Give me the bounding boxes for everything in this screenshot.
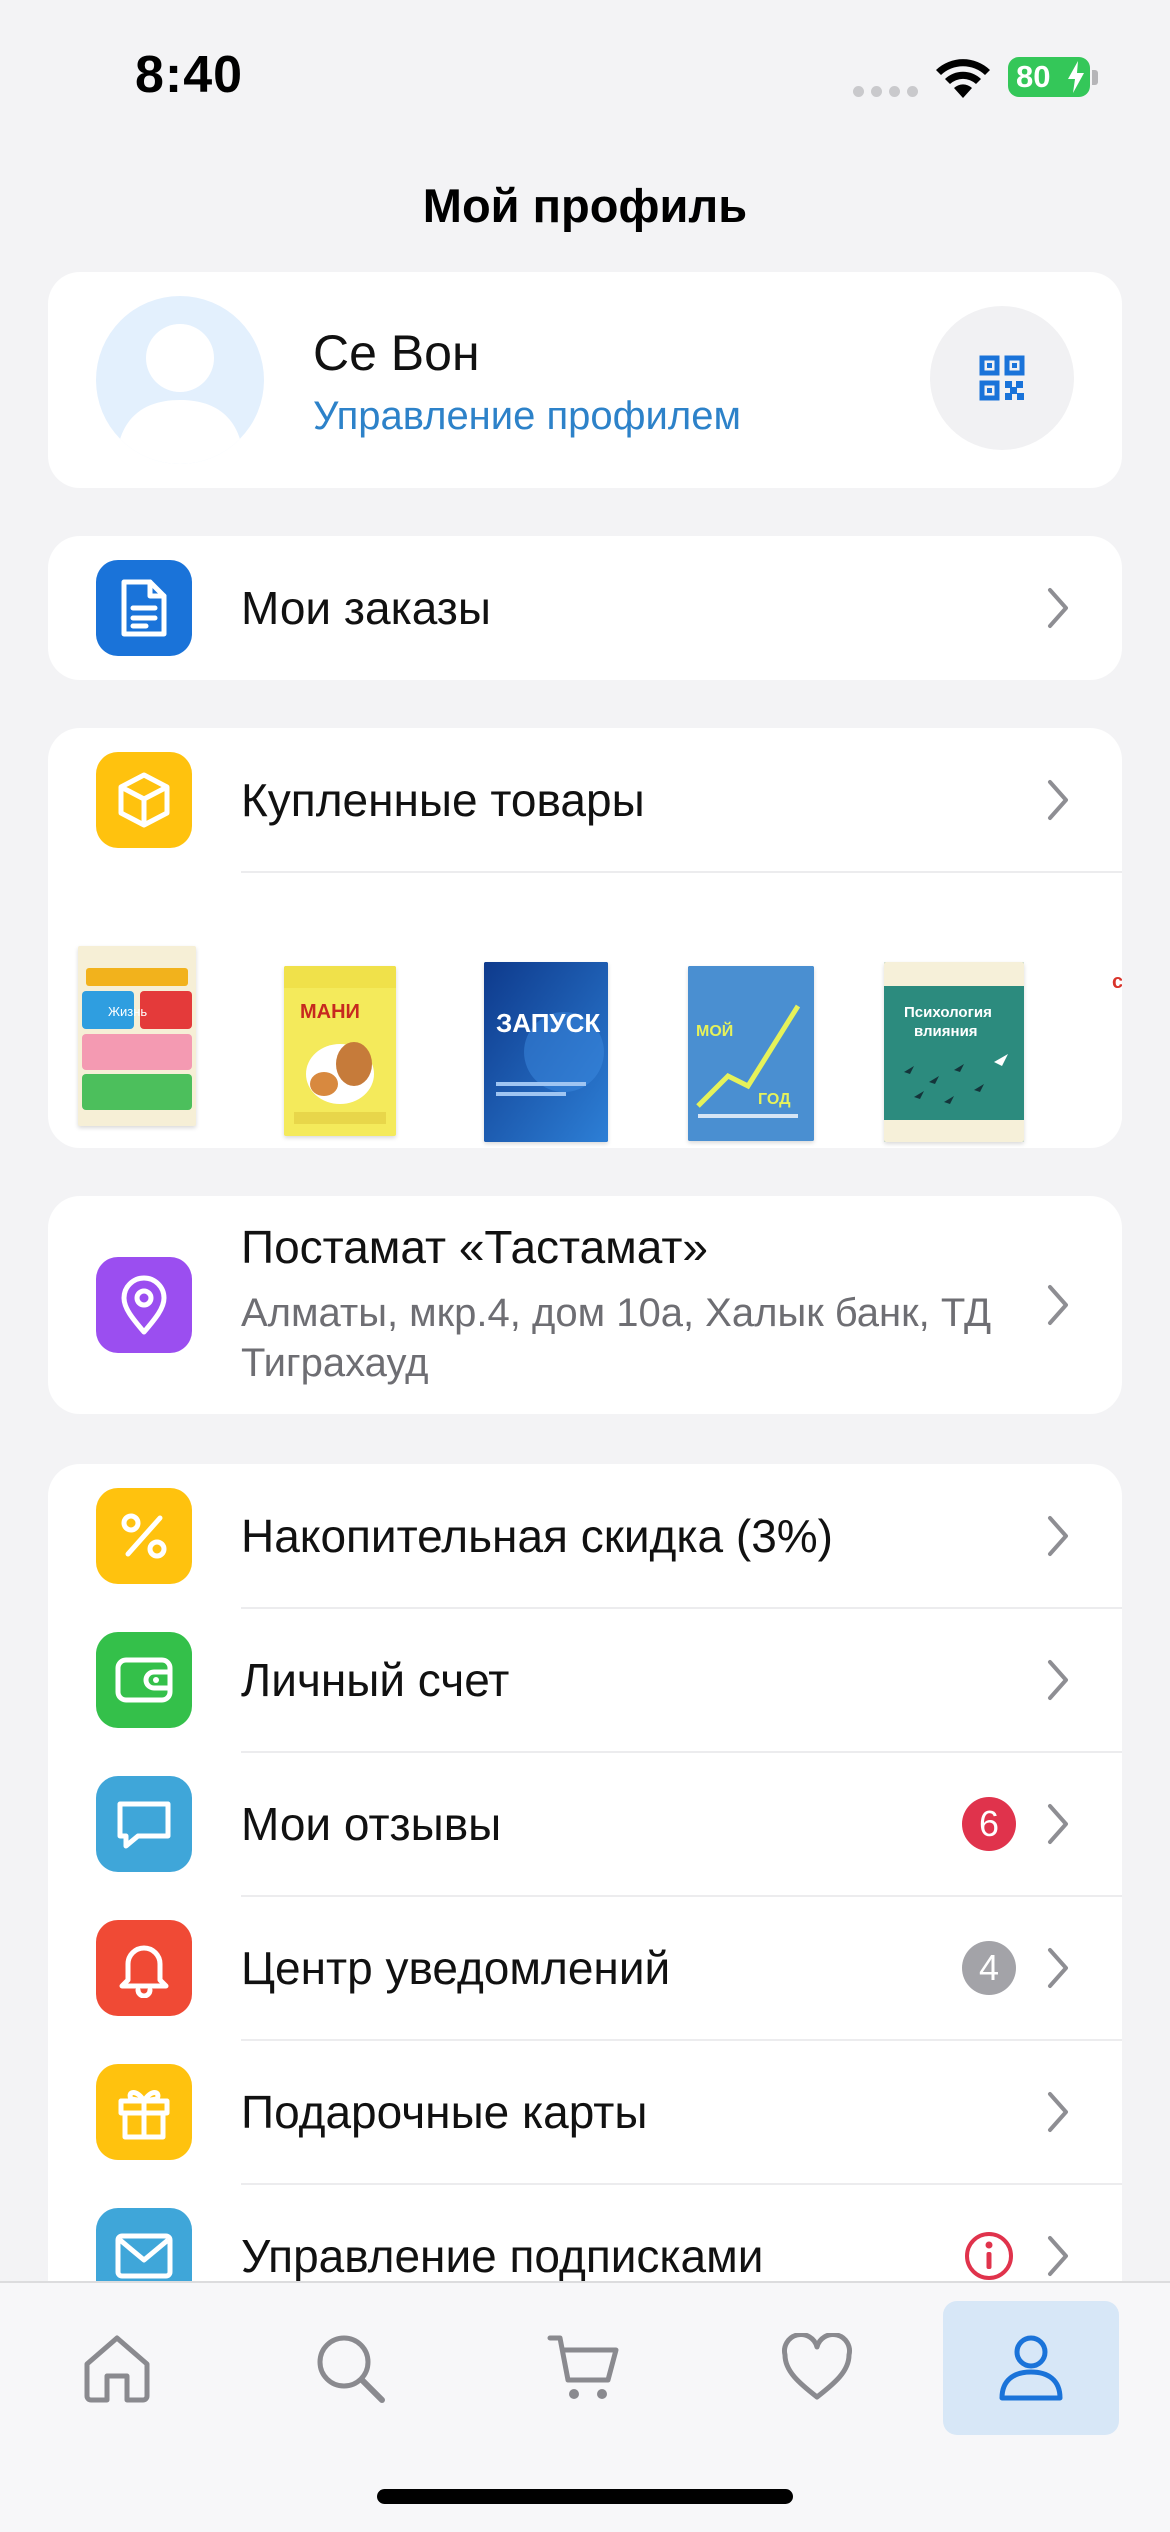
menu-item-reviews[interactable]: Мои отзывы 6 bbox=[48, 1752, 1122, 1896]
bell-icon bbox=[96, 1920, 192, 2016]
battery-icon: 80 bbox=[1008, 57, 1090, 97]
chevron-right-icon bbox=[1048, 2236, 1068, 2276]
purchased-books-carousel[interactable]: Жизнь МАНИ ЗАПУСК МОЙ ГОД Психология вли… bbox=[48, 916, 1122, 1142]
menu-item-label: Накопительная скидка (3%) bbox=[241, 1510, 834, 1562]
divider bbox=[241, 871, 1122, 873]
orders-card: Мои заказы bbox=[48, 536, 1122, 680]
chevron-right-icon bbox=[1048, 588, 1068, 628]
menu-item-gift-cards[interactable]: Подарочные карты bbox=[48, 2040, 1122, 2184]
document-icon bbox=[96, 560, 192, 656]
orders-label: Мои заказы bbox=[241, 582, 491, 634]
message-icon bbox=[96, 1776, 192, 1872]
book-cover[interactable]: Психология влияния bbox=[884, 962, 1024, 1142]
qr-code-icon bbox=[979, 355, 1025, 401]
gift-icon bbox=[96, 2064, 192, 2160]
svg-text:влияния: влияния bbox=[914, 1023, 978, 1040]
location-pin-icon bbox=[96, 1257, 192, 1353]
qr-code-button[interactable] bbox=[930, 306, 1074, 450]
svg-text:Психология: Психология bbox=[904, 1004, 992, 1021]
book-cover[interactable]: ЗАПУСК bbox=[484, 962, 608, 1142]
svg-text:c: c bbox=[1112, 971, 1122, 993]
battery-level: 80 bbox=[1016, 59, 1051, 94]
chevron-right-icon bbox=[1048, 2092, 1068, 2132]
svg-text:МОЙ: МОЙ bbox=[696, 1021, 733, 1040]
status-bar: 8:40 80 bbox=[0, 0, 1170, 150]
tab-search[interactable] bbox=[262, 2301, 438, 2435]
home-indicator bbox=[377, 2489, 793, 2504]
wifi-icon bbox=[936, 59, 990, 98]
tab-favorites[interactable] bbox=[729, 2301, 905, 2435]
home-icon bbox=[84, 2335, 150, 2403]
book-cover[interactable]: МОЙ ГОД bbox=[688, 966, 814, 1141]
postamat-title: Постамат «Тастамат» bbox=[241, 1221, 709, 1273]
chevron-right-icon bbox=[1048, 1948, 1068, 1988]
chevron-right-icon bbox=[1048, 1660, 1068, 1700]
book-cover[interactable]: Жизнь bbox=[78, 946, 196, 1126]
manage-profile-link[interactable]: Управление профилем bbox=[313, 394, 741, 439]
svg-text:ЗАПУСК: ЗАПУСК bbox=[496, 1008, 600, 1038]
status-time: 8:40 bbox=[135, 46, 244, 104]
signal-icon bbox=[853, 86, 918, 97]
menu-item-label: Центр уведомлений bbox=[241, 1942, 671, 1994]
postamat-card[interactable]: Постамат «Тастамат» Алматы, мкр.4, дом 1… bbox=[48, 1196, 1122, 1414]
tab-cart[interactable] bbox=[496, 2301, 672, 2435]
page-title: Мой профиль bbox=[422, 179, 748, 232]
menu-item-notifications[interactable]: Центр уведомлений 4 bbox=[48, 1896, 1122, 2040]
menu-item-label: Личный счет bbox=[241, 1654, 510, 1706]
orders-row[interactable]: Мои заказы bbox=[48, 536, 1122, 680]
tab-profile[interactable] bbox=[943, 2301, 1119, 2435]
chevron-right-icon bbox=[1048, 1285, 1068, 1325]
postamat-address: Алматы, мкр.4, дом 10а, Халык банк, ТД Т… bbox=[241, 1291, 992, 1385]
svg-text:ГОД: ГОД bbox=[758, 1091, 791, 1108]
battery-cap bbox=[1092, 70, 1098, 85]
profile-card[interactable]: Се Вон Управление профилем bbox=[48, 272, 1122, 488]
purchased-label: Купленные товары bbox=[241, 774, 645, 826]
reviews-count-badge: 6 bbox=[962, 1797, 1016, 1851]
percent-icon bbox=[96, 1488, 192, 1584]
purchased-row[interactable]: Купленные товары bbox=[48, 728, 1122, 872]
profile-screen: 8:40 80 Мой профиль Се Вон Управление пр… bbox=[0, 0, 1170, 2532]
info-icon bbox=[965, 2232, 1013, 2280]
purchased-card: Купленные товары Жизнь МАНИ ЗАПУСК МОЙ Г… bbox=[48, 728, 1122, 1148]
user-icon bbox=[999, 2335, 1063, 2401]
chevron-right-icon bbox=[1048, 780, 1068, 820]
box-icon bbox=[96, 752, 192, 848]
book-cover[interactable]: МАНИ bbox=[284, 966, 396, 1136]
tab-home[interactable] bbox=[29, 2301, 205, 2435]
user-placeholder-icon bbox=[116, 324, 244, 464]
chevron-right-icon bbox=[1048, 1804, 1068, 1844]
svg-text:МАНИ: МАНИ bbox=[300, 1001, 360, 1023]
wallet-icon bbox=[96, 1632, 192, 1728]
menu-item-label: Подарочные карты bbox=[241, 2086, 648, 2138]
menu-item-account[interactable]: Личный счет bbox=[48, 1608, 1122, 1752]
menu-item-label: Мои отзывы bbox=[241, 1798, 502, 1850]
heart-icon bbox=[782, 2333, 852, 2400]
charging-icon bbox=[1068, 61, 1084, 93]
search-icon bbox=[317, 2335, 385, 2403]
book-cover[interactable]: c bbox=[1108, 952, 1122, 1122]
chevron-right-icon bbox=[1048, 1516, 1068, 1556]
notifications-count-badge: 4 bbox=[962, 1941, 1016, 1995]
menu-item-discount[interactable]: Накопительная скидка (3%) bbox=[48, 1464, 1122, 1608]
profile-name: Се Вон bbox=[313, 325, 480, 381]
svg-text:Жизнь: Жизнь bbox=[108, 1004, 147, 1019]
menu-card: Накопительная скидка (3%) Личный счет Мо… bbox=[48, 1464, 1122, 2344]
cart-icon bbox=[547, 2335, 619, 2399]
avatar[interactable] bbox=[96, 296, 264, 464]
